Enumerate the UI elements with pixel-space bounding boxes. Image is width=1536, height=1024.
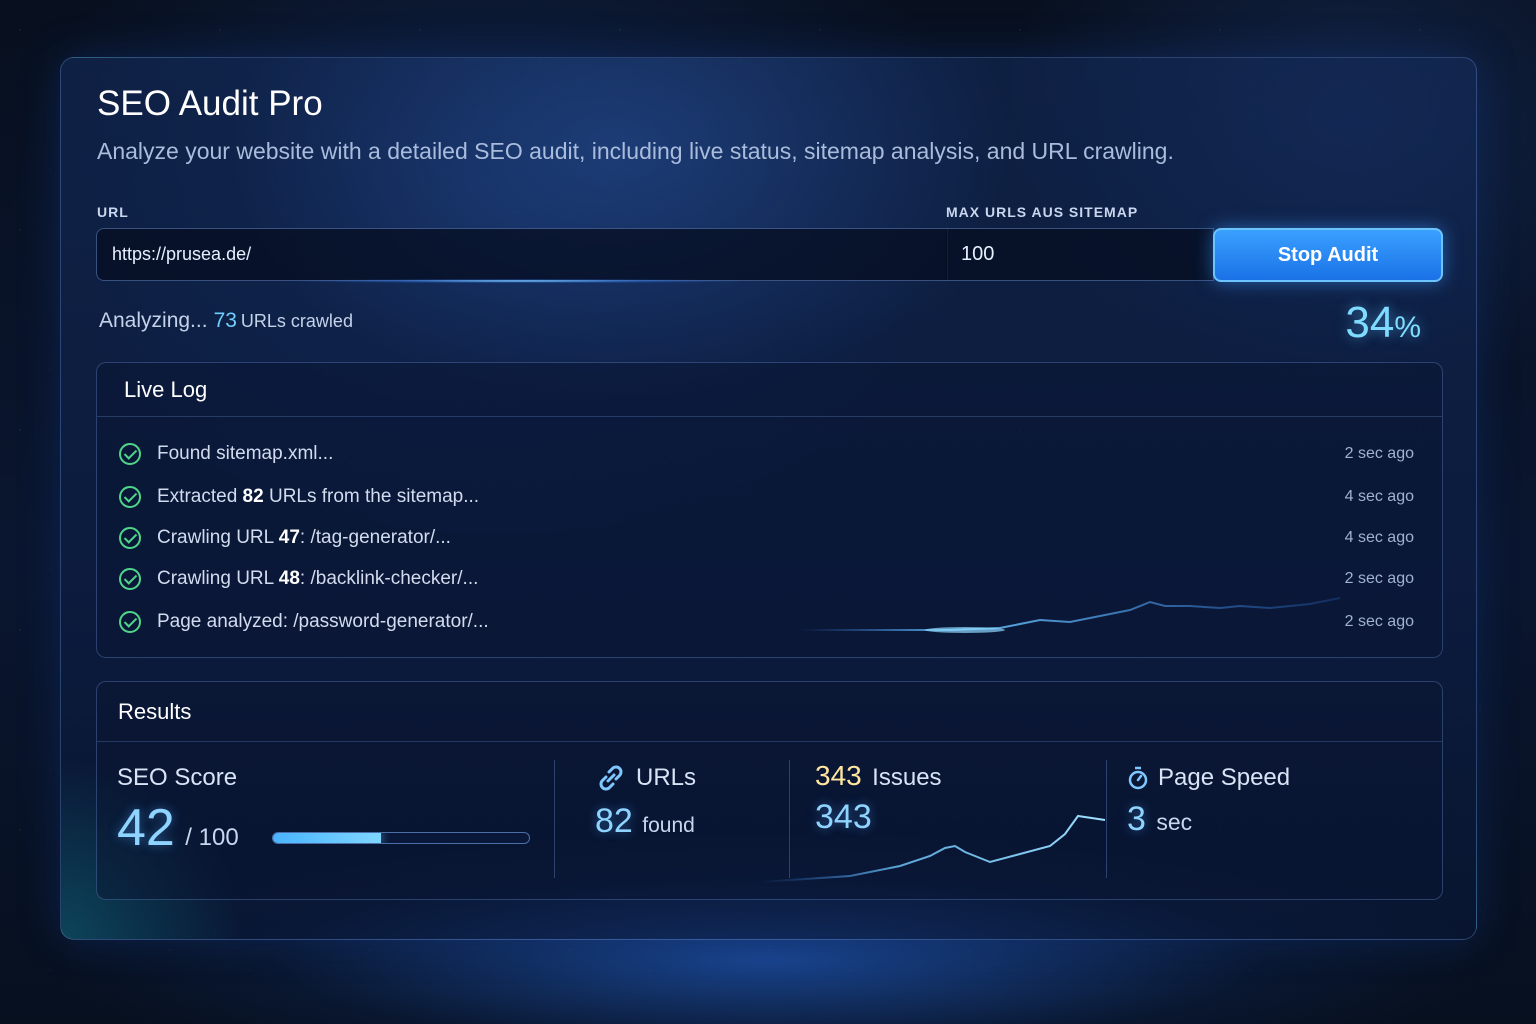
urls-unit: found: [642, 814, 695, 837]
url-input[interactable]: [96, 228, 948, 281]
log-entry-time: 2 sec ago: [1344, 613, 1414, 630]
page-speed-unit: sec: [1156, 809, 1193, 835]
log-entry-time: 4 sec ago: [1344, 488, 1414, 505]
status-prefix: Analyzing...: [99, 309, 208, 332]
results-divider: [554, 760, 555, 878]
log-entry-time: 2 sec ago: [1344, 570, 1414, 587]
check-circle-icon: [119, 568, 141, 590]
log-entry-time: 4 sec ago: [1344, 529, 1414, 546]
log-entry: Crawling URL 47: /tag-generator/... 4 sec…: [119, 523, 1414, 553]
log-entry: Page analyzed: /password-generator/... 2 …: [119, 607, 1414, 637]
progress-percent-sign: %: [1394, 311, 1421, 344]
issues-count-label: 343: [815, 760, 862, 791]
max-urls-input[interactable]: [946, 228, 1214, 281]
max-urls-field-label: MAX URLS AUS SITEMAP: [946, 204, 1139, 220]
crawl-status: Analyzing... 73 URLs crawled: [99, 309, 353, 333]
url-field-label: URL: [97, 204, 129, 220]
progress-percent-number: 34: [1345, 298, 1395, 347]
check-circle-icon: [119, 486, 141, 508]
stop-audit-button[interactable]: Stop Audit: [1213, 228, 1443, 282]
seo-score-label: SEO Score: [117, 764, 238, 791]
issues-label: Issues: [872, 764, 942, 791]
page-speed-value: 3: [1127, 800, 1146, 838]
urls-value: 82: [595, 802, 633, 840]
log-entry-text: Crawling URL 48: /backlink-checker/...: [157, 568, 479, 589]
check-circle-icon: [119, 443, 141, 465]
page-speed-label: Page Speed: [1158, 764, 1291, 791]
log-entry: Crawling URL 48: /backlink-checker/... 2 …: [119, 564, 1414, 594]
page-speed-card: Page Speed 3 sec: [1127, 742, 1290, 880]
crawled-count: 73: [213, 309, 237, 332]
live-log-title: Live Log: [97, 363, 1442, 417]
urls-label: URLs: [636, 764, 697, 791]
page-title: SEO Audit Pro: [97, 84, 323, 123]
page-subtitle: Analyze your website with a detailed SEO…: [97, 138, 1174, 164]
log-entry-text: Page analyzed: /password-generator/...: [157, 611, 489, 632]
stopwatch-icon: [1128, 766, 1148, 790]
log-entry-time: 2 sec ago: [1344, 445, 1414, 462]
seo-score-bar-fill: [273, 833, 381, 843]
log-entry: Extracted 82 URLs from the sitemap... 4 s…: [119, 482, 1414, 512]
check-circle-icon: [119, 527, 141, 549]
status-suffix: URLs crawled: [240, 311, 353, 331]
log-entry: Found sitemap.xml... 2 sec ago: [119, 439, 1414, 469]
urls-card: URLs 82 found: [595, 742, 696, 880]
check-circle-icon: [119, 611, 141, 633]
seo-score-max: / 100: [185, 824, 239, 851]
log-entry-text: Crawling URL 47: /tag-generator/...: [157, 527, 451, 548]
seo-score-card: SEO Score 42 / 100: [117, 742, 239, 880]
link-icon: [599, 765, 623, 791]
issues-trend-wave: [760, 814, 1106, 883]
log-entry-text: Extracted 82 URLs from the sitemap...: [157, 486, 480, 507]
seo-score-value: 42: [117, 799, 175, 857]
seo-score-bar: [272, 832, 530, 844]
log-entry-text: Found sitemap.xml...: [157, 443, 334, 464]
results-title: Results: [97, 682, 1442, 742]
live-log-panel: Live Log Found sitemap.xml... 2 sec ago Ex…: [96, 362, 1443, 658]
progress-percent: 34%: [1345, 298, 1421, 348]
